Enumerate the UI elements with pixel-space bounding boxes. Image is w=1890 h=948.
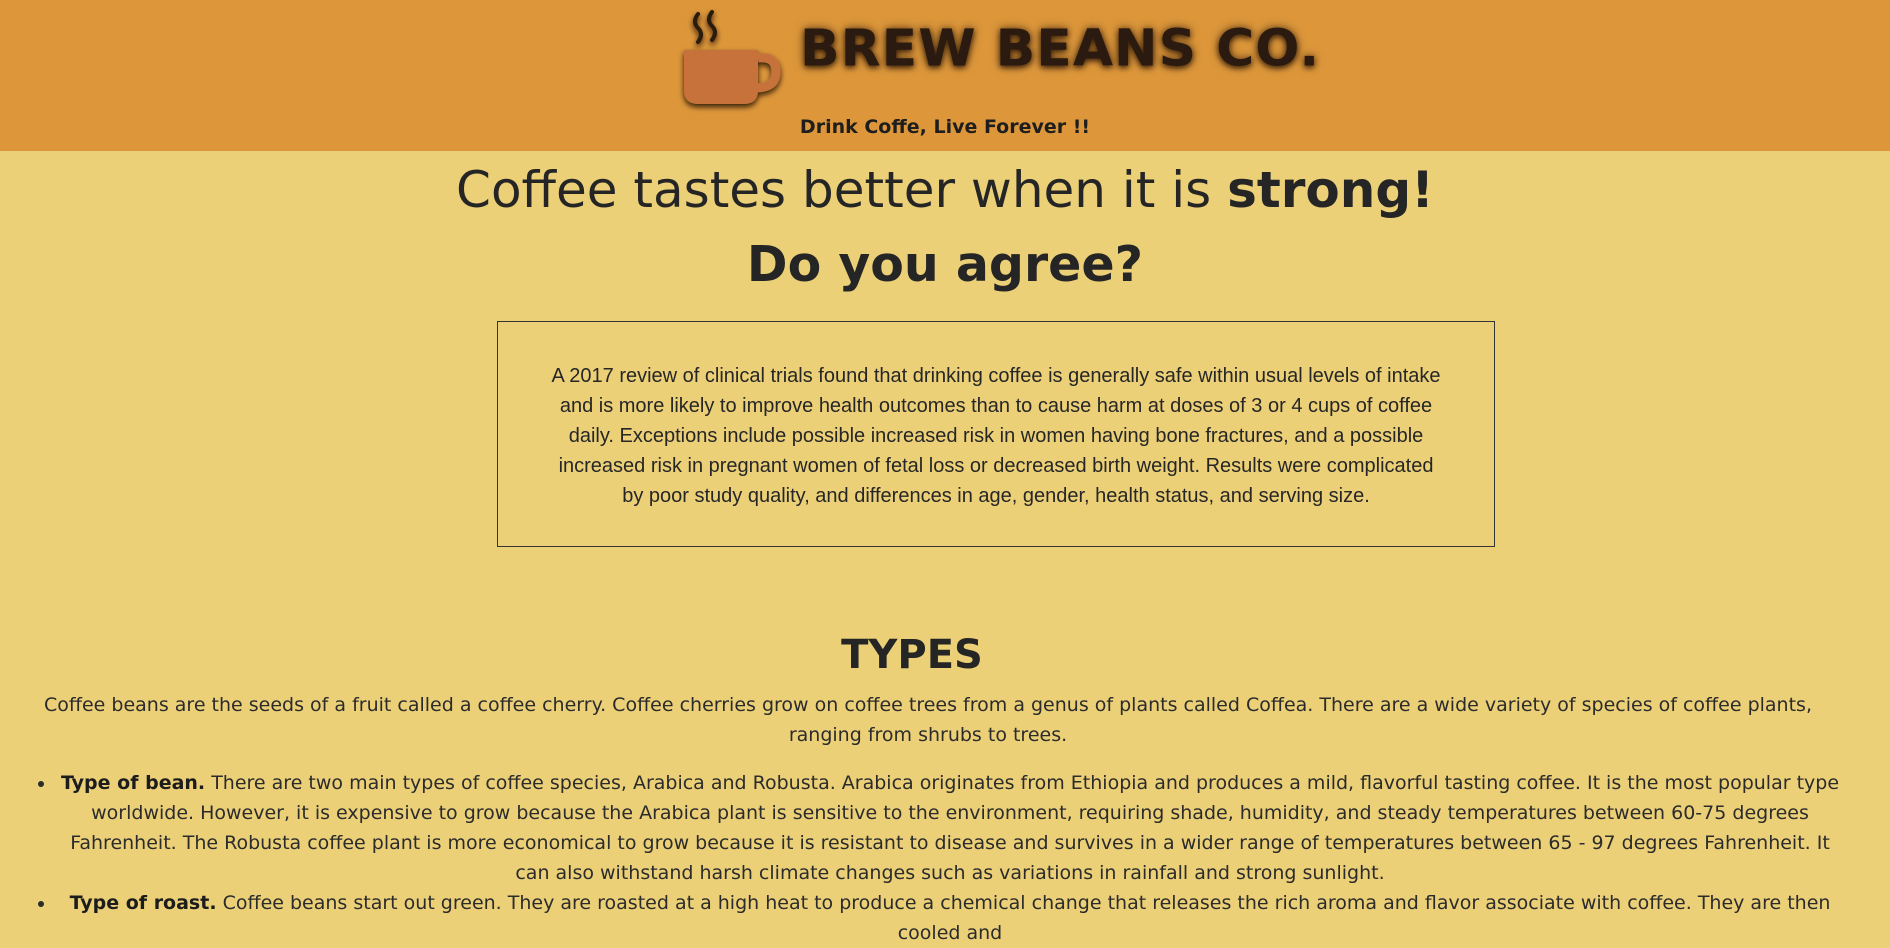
hero-question: Do you agree? [746, 236, 1144, 293]
logo[interactable]: BREW BEANS CO. [676, 4, 1320, 114]
list-item: Type of roast. Coffee beans start out gr… [56, 888, 1844, 948]
hero-headline-strong: strong! [1227, 161, 1434, 219]
list-item-text: Coffee beans start out green. They are r… [216, 892, 1831, 944]
list-item-text: There are two main types of coffee speci… [70, 772, 1840, 884]
health-quote-text: A 2017 review of clinical trials found t… [551, 365, 1441, 507]
list-item-heading: Type of bean. [60, 772, 206, 794]
tagline: Drink Coffe, Live Forever !! [799, 116, 1091, 138]
list-item: Type of bean. There are two main types o… [56, 768, 1844, 888]
types-intro: Coffee beans are the seeds of a fruit ca… [44, 694, 1812, 746]
hero-headline-prefix: Coffee tastes better when it is [456, 161, 1228, 219]
hero-headline: Coffee tastes better when it is strong! [0, 161, 1890, 219]
site-header: BREW BEANS CO. Drink Coffe, Live Forever… [0, 0, 1890, 151]
brand-name: BREW BEANS CO. [800, 19, 1321, 79]
health-quote-box: A 2017 review of clinical trials found t… [497, 321, 1495, 547]
coffee-mug-icon [684, 10, 781, 104]
types-list: Type of bean. There are two main types o… [30, 768, 1844, 948]
list-item-heading: Type of roast. [69, 892, 217, 914]
types-heading: TYPES [841, 632, 983, 678]
